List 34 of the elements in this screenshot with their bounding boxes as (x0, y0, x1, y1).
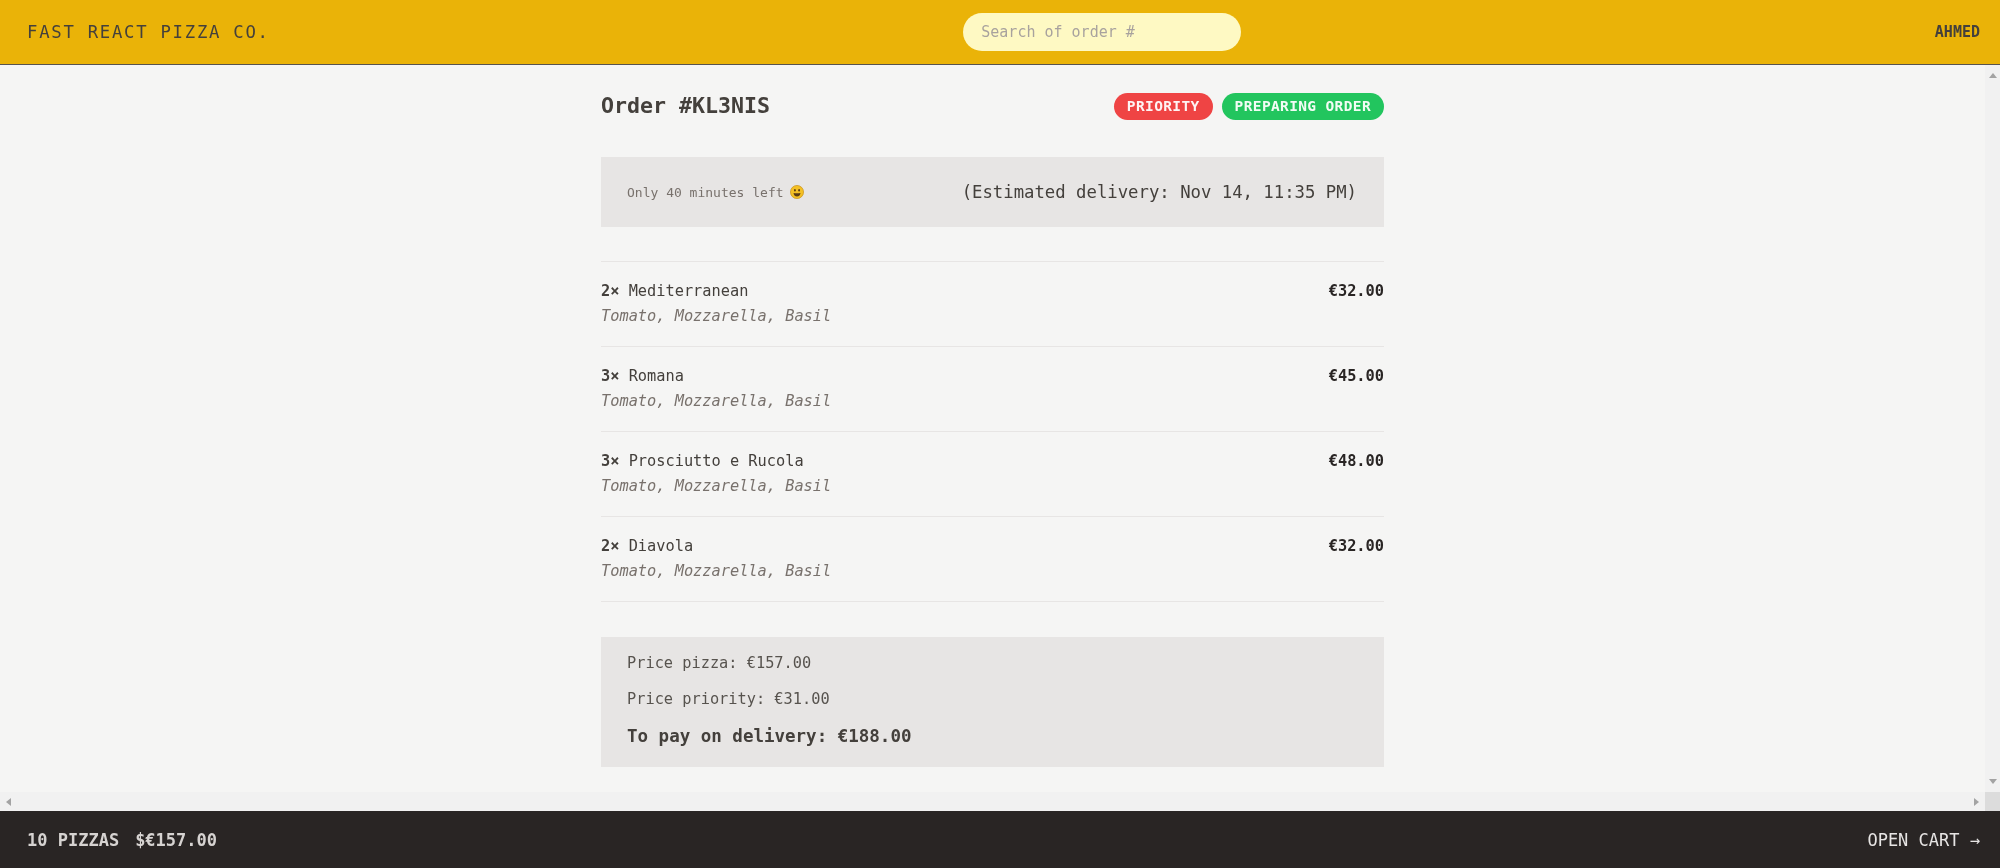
item-name: 2× Mediterranean (601, 281, 749, 302)
cart-total: $€157.00 (135, 829, 217, 850)
smiley-icon (789, 185, 804, 199)
order-title: Order #KL3NIS (601, 92, 770, 120)
user-name: AHMED (1934, 23, 1980, 41)
scroll-down-icon[interactable] (1988, 779, 1997, 784)
item-ingredients: Tomato, Mozzarella, Basil (601, 561, 832, 582)
price-line: Price pizza: €157.00 (627, 653, 812, 674)
item-name: 3× Romana (601, 366, 684, 387)
status-badge: PREPARING ORDER (1221, 92, 1384, 120)
scroll-right-icon[interactable] (1974, 797, 1979, 806)
time-left-text: Only 40 minutes left (627, 184, 784, 200)
item-price: €48.00 (1328, 451, 1384, 472)
pizza-count: 10 PIZZAS (27, 829, 120, 850)
search-field[interactable]: Search of order # (963, 13, 1242, 51)
status-badge: PRIORITY (1113, 92, 1213, 120)
item-price: €45.00 (1328, 366, 1384, 387)
item-name: 2× Diavola (601, 536, 694, 557)
item-price: €32.00 (1328, 536, 1384, 557)
item-name: 3× Prosciutto e Rucola (601, 451, 804, 472)
total-to-pay: To pay on delivery: €188.00 (627, 725, 912, 748)
item-ingredients: Tomato, Mozzarella, Basil (601, 391, 832, 412)
scrollbar-corner (1985, 792, 2000, 811)
scroll-up-icon[interactable] (1988, 73, 1997, 78)
horizontal-scrollbar[interactable] (0, 792, 1985, 811)
price-line: Price priority: €31.00 (627, 689, 830, 710)
item-ingredients: Tomato, Mozzarella, Basil (601, 306, 832, 327)
estimated-delivery-text: (Estimated delivery: Nov 14, 11:35 PM) (961, 182, 1357, 202)
logo-text[interactable]: FAST REACT PIZZA CO. (27, 22, 270, 42)
scroll-left-icon[interactable] (6, 797, 11, 806)
item-ingredients: Tomato, Mozzarella, Basil (601, 476, 832, 497)
vertical-scrollbar[interactable] (1985, 65, 2000, 792)
item-price: €32.00 (1328, 281, 1384, 302)
open-cart-link[interactable]: OPEN CART → (1867, 829, 1980, 850)
